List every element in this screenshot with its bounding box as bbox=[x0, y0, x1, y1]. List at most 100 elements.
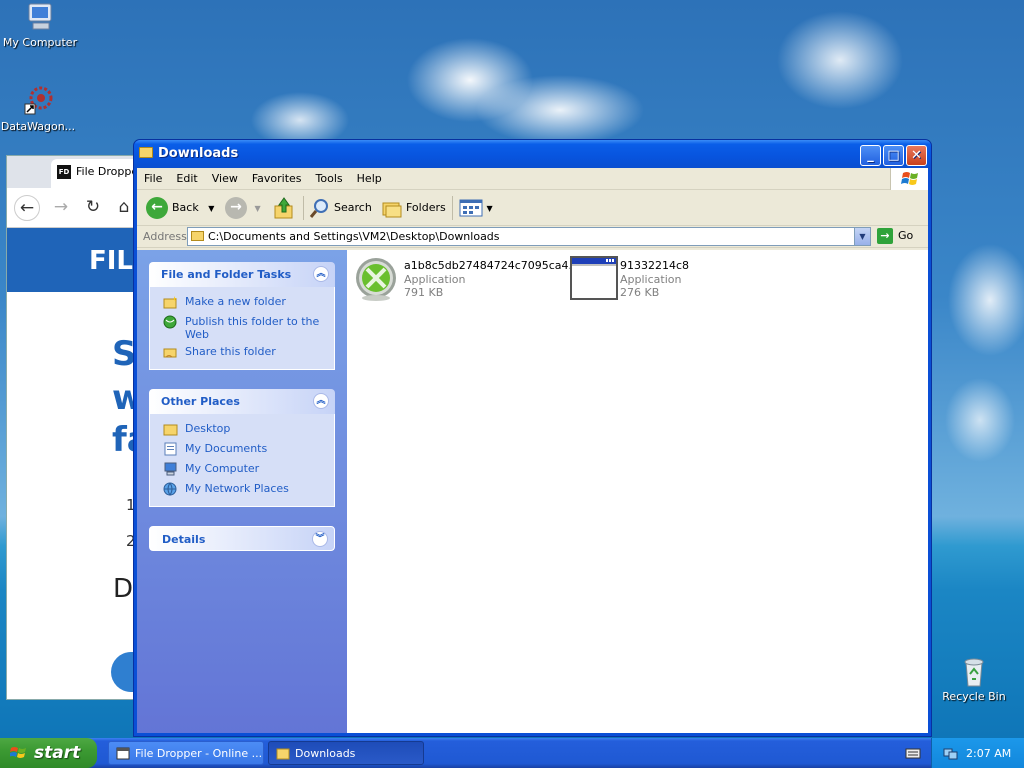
other-places-header[interactable]: Other Places ︽ bbox=[149, 389, 335, 414]
taskbar-button-label: File Dropper - Online ... bbox=[135, 747, 263, 760]
windows-logo-icon bbox=[10, 747, 26, 758]
page-banner: FILE bbox=[7, 228, 140, 292]
menu-bar: File Edit View Favorites Tools Help bbox=[137, 168, 928, 190]
taskbar: start File Dropper - Online ... Download… bbox=[0, 738, 1024, 768]
forward-arrow-icon[interactable]: → bbox=[48, 195, 74, 221]
menu-file[interactable]: File bbox=[137, 168, 169, 185]
standard-toolbar: ← Back ▼ → ▼ Search Folders ▼ bbox=[137, 190, 928, 226]
file-folder-tasks-box: File and Folder Tasks ︽ Make a new folde… bbox=[149, 262, 335, 370]
folder-icon bbox=[276, 748, 290, 760]
file-item[interactable]: a1b8c5db27484724c7095ca4... Application … bbox=[354, 256, 579, 306]
up-folder-icon bbox=[274, 197, 293, 219]
chevron-down-icon: ▼ bbox=[486, 204, 493, 213]
windows-logo-icon bbox=[890, 168, 928, 190]
folders-button[interactable]: Folders bbox=[381, 196, 446, 220]
folders-label: Folders bbox=[406, 201, 446, 214]
file-type: Application bbox=[404, 273, 466, 286]
clock[interactable]: 2:07 AM bbox=[966, 747, 1011, 760]
expand-chevron-icon[interactable]: ︾ bbox=[312, 531, 328, 547]
browser-tab[interactable]: FD File Dropper bbox=[51, 159, 141, 188]
reload-icon[interactable]: ↻ bbox=[80, 195, 106, 221]
details-header[interactable]: Details ︾ bbox=[149, 526, 335, 551]
link-label: Make a new folder bbox=[185, 295, 286, 308]
address-value: C:\Documents and Settings\VM2\Desktop\Do… bbox=[208, 230, 500, 243]
go-button[interactable]: → Go bbox=[877, 228, 913, 244]
menu-edit[interactable]: Edit bbox=[169, 168, 204, 185]
folder-icon bbox=[191, 231, 204, 241]
browser-window[interactable]: FDFile Dropper ← → ↻ ⌂ FILE S w fa 1 2 D bbox=[6, 155, 141, 700]
share-folder-link[interactable]: Share this folder bbox=[162, 345, 326, 365]
share-folder-icon bbox=[163, 348, 177, 358]
file-name: 91332214c8 bbox=[620, 259, 690, 272]
file-dropper-favicon-icon: FD bbox=[57, 165, 71, 179]
back-button[interactable]: ← Back ▼ bbox=[146, 196, 214, 220]
link-label: My Computer bbox=[185, 462, 260, 475]
taskbar-button-downloads[interactable]: Downloads bbox=[268, 741, 424, 765]
desktop-icon-recycle-bin[interactable]: Recycle Bin bbox=[934, 656, 1014, 703]
new-folder-icon bbox=[163, 296, 177, 309]
make-new-folder-link[interactable]: Make a new folder bbox=[162, 295, 326, 315]
file-size: 276 KB bbox=[620, 286, 660, 299]
chevron-down-icon[interactable]: ▼ bbox=[854, 228, 870, 245]
collapse-chevron-icon[interactable]: ︽ bbox=[313, 266, 329, 282]
network-icon[interactable] bbox=[942, 745, 958, 761]
explorer-content: File and Folder Tasks ︽ Make a new folde… bbox=[137, 250, 928, 733]
file-name: a1b8c5db27484724c7095ca4... bbox=[404, 259, 580, 272]
keyboard-icon[interactable] bbox=[905, 746, 921, 760]
desktop: My Computer DataWagon... Recycle Bin FD F… bbox=[0, 0, 1024, 738]
start-label: start bbox=[34, 743, 81, 763]
close-button[interactable]: ✕ bbox=[906, 145, 927, 166]
minimize-button[interactable]: _ bbox=[860, 145, 881, 166]
recycle-bin-icon bbox=[964, 658, 984, 687]
menu-help[interactable]: Help bbox=[350, 168, 389, 185]
my-computer-icon bbox=[164, 462, 177, 476]
datawagon-icon bbox=[24, 86, 53, 115]
desktop-icon-datawagon[interactable]: DataWagon... bbox=[0, 86, 78, 133]
go-arrow-icon: → bbox=[877, 228, 893, 244]
collapse-chevron-icon[interactable]: ︽ bbox=[313, 393, 329, 409]
desktop-link[interactable]: Desktop bbox=[162, 422, 326, 442]
search-label: Search bbox=[334, 201, 372, 214]
file-size: 791 KB bbox=[404, 286, 444, 299]
start-button[interactable]: start bbox=[0, 738, 97, 768]
my-documents-link[interactable]: My Documents bbox=[162, 442, 326, 462]
desktop-icon-label: Recycle Bin bbox=[942, 690, 1006, 703]
my-network-places-link[interactable]: My Network Places bbox=[162, 482, 326, 502]
explorer-title-bar[interactable]: Downloads _ □ ✕ bbox=[134, 140, 931, 168]
xbox-icon bbox=[356, 258, 396, 301]
publish-folder-link[interactable]: Publish this folder to the Web bbox=[162, 315, 326, 345]
file-item[interactable]: 91332214c8 Application 276 KB bbox=[570, 256, 730, 306]
forward-button[interactable]: → ▼ bbox=[225, 196, 261, 220]
link-label: My Documents bbox=[185, 442, 268, 455]
chevron-down-icon: ▼ bbox=[254, 204, 261, 213]
address-label: Address bbox=[143, 230, 187, 243]
browser-tab-title: File Dropper bbox=[76, 165, 141, 178]
maximize-button[interactable]: □ bbox=[883, 145, 904, 166]
views-button[interactable]: ▼ bbox=[459, 196, 493, 220]
chevron-down-icon: ▼ bbox=[208, 204, 215, 213]
browser-window-icon bbox=[116, 747, 130, 760]
back-label: Back bbox=[172, 201, 199, 214]
back-arrow-icon: ← bbox=[146, 197, 168, 219]
desktop-icon-my-computer[interactable]: My Computer bbox=[0, 2, 80, 49]
taskbar-button-label: Downloads bbox=[295, 747, 356, 760]
menu-tools[interactable]: Tools bbox=[309, 168, 350, 185]
my-computer-link[interactable]: My Computer bbox=[162, 462, 326, 482]
views-icon bbox=[459, 199, 483, 217]
back-arrow-icon[interactable]: ← bbox=[14, 195, 40, 221]
search-icon bbox=[309, 199, 328, 218]
browser-nav-bar: ← → ↻ ⌂ bbox=[7, 188, 140, 228]
taskbar-button-file-dropper[interactable]: File Dropper - Online ... bbox=[108, 741, 264, 765]
file-folder-tasks-header[interactable]: File and Folder Tasks ︽ bbox=[149, 262, 335, 287]
search-button[interactable]: Search bbox=[309, 196, 372, 220]
menu-favorites[interactable]: Favorites bbox=[245, 168, 309, 185]
folder-icon bbox=[139, 147, 153, 158]
menu-view[interactable]: View bbox=[205, 168, 245, 185]
desktop-icon-label: DataWagon... bbox=[0, 120, 76, 133]
window-app-icon bbox=[570, 256, 618, 300]
explorer-window[interactable]: Downloads _ □ ✕ File Edit View Favorites Too… bbox=[133, 139, 932, 737]
address-field[interactable]: C:\Documents and Settings\VM2\Desktop\Do… bbox=[187, 227, 871, 246]
up-folder-button[interactable] bbox=[273, 196, 295, 220]
system-tray: 2:07 AM bbox=[931, 738, 1024, 768]
details-box: Details ︾ bbox=[149, 526, 335, 551]
